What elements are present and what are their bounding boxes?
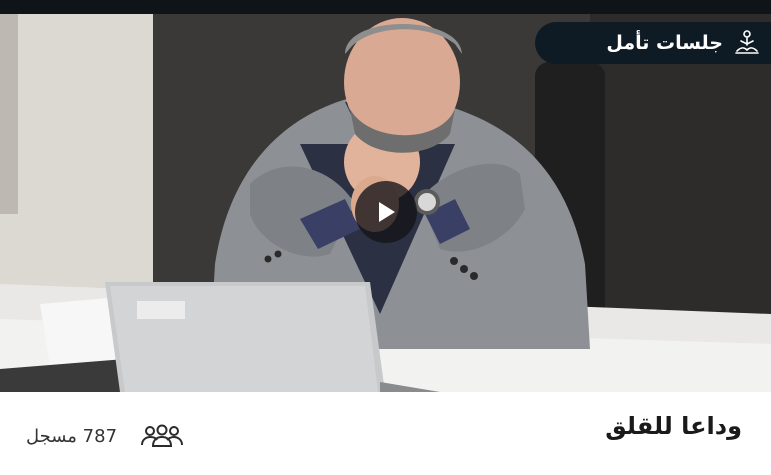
play-button[interactable] [355,181,417,243]
meditation-icon [733,29,761,57]
top-strip [0,0,771,14]
video-thumbnail[interactable]: جلسات تأمل [0,14,771,392]
play-icon [375,200,397,224]
people-icon [139,424,185,448]
enrolled-count: 787 مسجل [26,423,185,449]
session-card[interactable]: جلسات تأمل وداعا للقلق 787 مسجل [0,0,771,475]
category-badge[interactable]: جلسات تأمل [535,22,771,64]
enrolled-text: 787 مسجل [26,425,118,447]
category-label: جلسات تأمل [606,32,723,54]
course-title[interactable]: وداعا للقلق [605,412,742,440]
